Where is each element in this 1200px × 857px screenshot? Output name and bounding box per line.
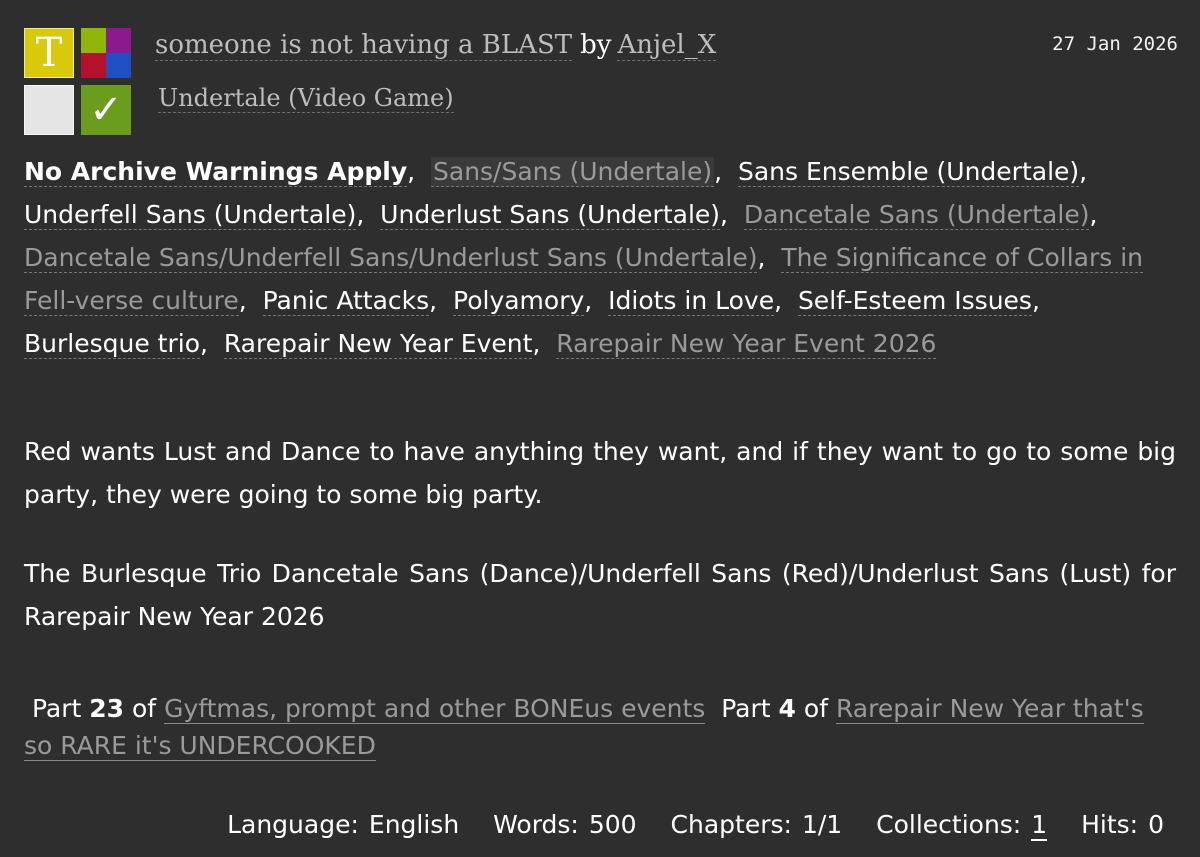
chapters-label: Chapters: <box>670 810 792 839</box>
series-of-label: of <box>803 694 829 723</box>
tag-link[interactable]: Idiots in Love <box>608 286 775 316</box>
warning-icon[interactable] <box>24 85 74 135</box>
tag-separator: , <box>429 286 454 315</box>
series-of-label: of <box>132 694 157 723</box>
collections-label: Collections: <box>876 810 1022 839</box>
work-stats: Language: English Words: 500 Chapters: 1/1 … <box>227 810 1164 841</box>
tag-link[interactable]: Rarepair New Year Event <box>223 329 533 359</box>
language-value: English <box>368 810 460 839</box>
publish-date: 27 Jan 2026 <box>1052 33 1178 55</box>
tag-link[interactable]: Polyamory <box>453 286 585 316</box>
summary-paragraph: Red wants Lust and Dance to have anythin… <box>24 437 1176 509</box>
rating-icon[interactable]: T <box>24 28 74 78</box>
category-icon[interactable] <box>81 28 131 78</box>
tag-separator: , <box>774 286 798 315</box>
tag-separator: , <box>200 329 224 358</box>
tag-separator: , <box>1079 157 1103 186</box>
summary-paragraph: The Burlesque Trio Dancetale Sans (Dance… <box>24 559 1176 631</box>
hits-label: Hits: <box>1081 810 1139 839</box>
language-label: Language: <box>227 810 359 839</box>
series-info: Part 23 of Gyftmas, prompt and other BON… <box>24 690 1174 764</box>
series-part-number: 23 <box>89 694 125 723</box>
tag-link[interactable]: Self-Esteem Issues <box>797 286 1032 316</box>
series-part-label: Part <box>721 694 771 723</box>
work-heading: someone is not having a BLAST by Anjel_X <box>155 30 717 61</box>
tag-link[interactable]: Burlesque trio <box>24 329 200 359</box>
tag-separator: , <box>584 286 609 315</box>
chapters-value: 1/1 <box>801 810 843 839</box>
tag-separator: , <box>1031 286 1056 315</box>
collections-link[interactable]: 1 <box>1031 810 1048 841</box>
tag-separator: , <box>757 243 782 272</box>
tag-separator: , <box>407 157 431 186</box>
tag-separator: , <box>238 286 263 315</box>
fandom-link[interactable]: Undertale (Video Game) <box>158 84 454 113</box>
tag-list: No Archive Warnings Apply, Sans/Sans (Un… <box>24 150 1174 365</box>
series-part-label: Part <box>31 694 82 723</box>
tag-link[interactable]: Sans Ensemble (Undertale) <box>737 157 1080 187</box>
tag-link[interactable]: Rarepair New Year Event 2026 <box>556 329 937 359</box>
series-link[interactable]: Gyftmas, prompt and other BONEus events <box>164 694 706 724</box>
tag-link[interactable]: Sans/Sans (Undertale) <box>431 157 715 187</box>
series-part-number: 4 <box>778 694 796 723</box>
tag-separator: , <box>714 157 738 186</box>
complete-check-icon[interactable]: ✓ <box>81 85 131 135</box>
words-label: Words: <box>493 810 579 839</box>
words-value: 500 <box>588 810 637 839</box>
tag-link[interactable]: Dancetale Sans (Undertale) <box>743 200 1090 230</box>
tag-separator: , <box>532 329 557 358</box>
tag-link[interactable]: Panic Attacks <box>262 286 430 316</box>
tag-separator: , <box>1089 200 1114 229</box>
required-tags-icons: T ✓ <box>24 28 132 136</box>
by-label: by <box>580 30 612 60</box>
work-title-link[interactable]: someone is not having a BLAST <box>155 30 573 61</box>
tag-separator: , <box>720 200 744 229</box>
hits-value: 0 <box>1148 810 1164 839</box>
tag-link[interactable]: Dancetale Sans/Underfell Sans/Underlust … <box>24 243 758 273</box>
summary: Red wants Lust and Dance to have anythin… <box>24 430 1176 674</box>
tag-link[interactable]: Underfell Sans (Undertale) <box>24 200 357 230</box>
author-link[interactable]: Anjel_X <box>617 30 717 61</box>
tag-link[interactable]: No Archive Warnings Apply <box>24 157 408 187</box>
tag-link[interactable]: Underlust Sans (Undertale) <box>380 200 721 230</box>
tag-separator: , <box>356 200 381 229</box>
